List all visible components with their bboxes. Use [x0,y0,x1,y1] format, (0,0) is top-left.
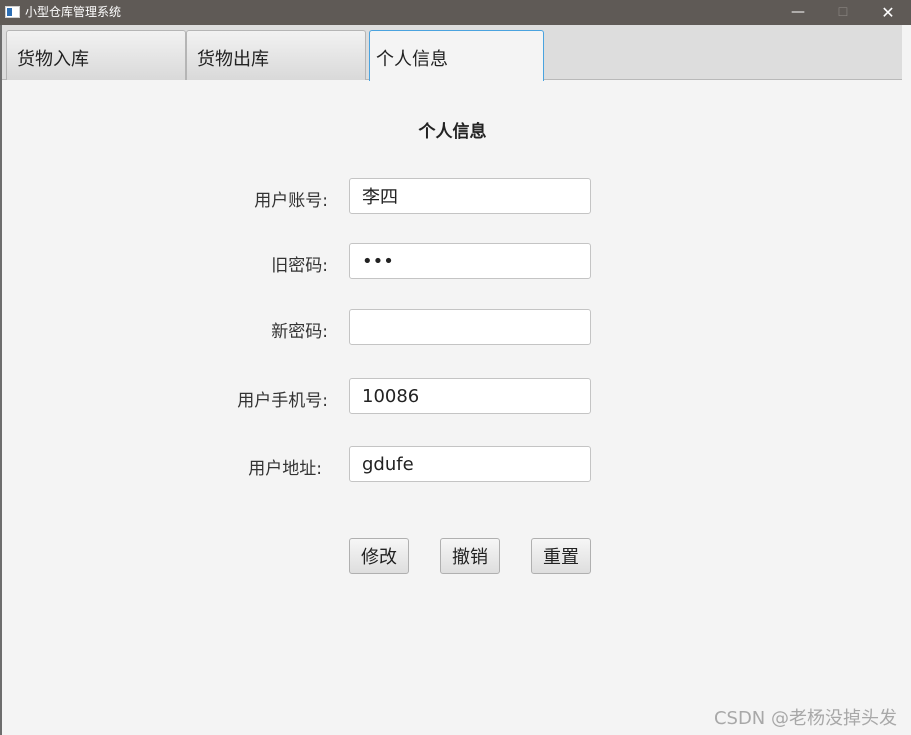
phone-field[interactable] [349,378,591,414]
undo-button[interactable]: 撤销 [440,538,500,574]
address-label: 用户地址: [248,459,322,479]
tab-goods-outbound[interactable]: 货物出库 [186,30,366,80]
window-left-border [0,25,2,735]
phone-label: 用户手机号: [237,391,328,411]
tab-bar: 货物入库 货物出库 个人信息 [2,25,902,81]
window-title-bar: 小型仓库管理系统 — ☐ ✕ [0,0,911,25]
app-icon [5,6,20,18]
tab-goods-inbound[interactable]: 货物入库 [6,30,186,80]
new-password-field[interactable] [349,309,591,345]
modify-button[interactable]: 修改 [349,538,409,574]
maximize-button[interactable]: ☐ [820,0,866,25]
address-field[interactable] [349,446,591,482]
old-password-field[interactable] [349,243,591,279]
username-label: 用户账号: [254,191,328,211]
tab-personal-info[interactable]: 个人信息 [369,30,544,81]
reset-button[interactable]: 重置 [531,538,591,574]
username-field[interactable] [349,178,591,214]
new-password-label: 新密码: [271,322,328,342]
window-title: 小型仓库管理系统 [25,5,122,19]
form-title: 个人信息 [418,122,487,142]
close-button[interactable]: ✕ [865,0,911,25]
old-password-label: 旧密码: [271,256,328,276]
watermark: CSDN @老杨没掉头发 [713,708,897,729]
minimize-button[interactable]: — [775,0,821,25]
